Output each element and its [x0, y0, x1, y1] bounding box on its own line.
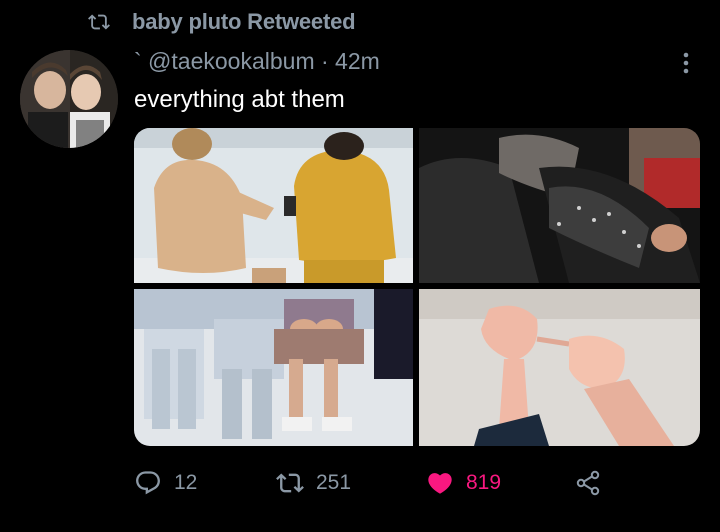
media-image-3[interactable] — [134, 289, 413, 446]
media-image-1[interactable] — [134, 128, 413, 283]
reply-button[interactable]: 12 — [134, 466, 197, 500]
retweet-button[interactable]: 251 — [276, 466, 351, 500]
like-button[interactable]: 819 — [426, 466, 501, 500]
like-count: 819 — [466, 471, 502, 494]
retweet-icon — [88, 14, 110, 30]
reply-icon — [136, 471, 160, 495]
more-options-icon[interactable] — [676, 50, 696, 76]
reply-count: 12 — [174, 471, 198, 494]
tweet-text: everything abt them — [134, 86, 345, 113]
share-button[interactable] — [574, 466, 602, 500]
media-image-4[interactable] — [419, 289, 700, 446]
retweet-icon — [276, 473, 304, 493]
tweet-action-bar: 12 251 819 — [0, 466, 720, 500]
retweet-count: 251 — [316, 471, 352, 494]
heart-filled-icon — [428, 473, 452, 494]
retweet-context[interactable]: baby pluto Retweeted — [88, 8, 356, 36]
author-avatar[interactable] — [20, 50, 118, 148]
retweeted-by-label: baby pluto Retweeted — [132, 9, 356, 34]
media-grid — [134, 128, 700, 446]
tweet-author-handle[interactable]: ` @taekookalbum · 42m — [134, 48, 380, 75]
media-image-2[interactable] — [419, 128, 700, 283]
share-nodes-icon — [576, 470, 600, 496]
